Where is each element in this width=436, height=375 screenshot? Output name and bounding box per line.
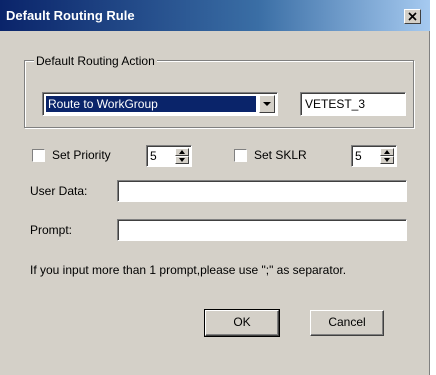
- sklr-down-button[interactable]: [380, 156, 394, 164]
- sklr-spinner[interactable]: 5: [351, 145, 397, 167]
- prompt-input[interactable]: [117, 219, 407, 241]
- window-title: Default Routing Rule: [6, 8, 135, 23]
- routing-action-dropdown[interactable]: Route to WorkGroup: [42, 92, 278, 116]
- prompt-label: Prompt:: [30, 223, 73, 237]
- separator-hint: If you input more than 1 prompt,please u…: [30, 263, 347, 277]
- set-sklr-checkbox[interactable]: [234, 149, 247, 162]
- close-icon: [408, 12, 417, 21]
- ok-button[interactable]: OK: [204, 309, 280, 337]
- user-data-label: User Data:: [30, 184, 88, 198]
- workgroup-input[interactable]: VETEST_3: [300, 92, 406, 116]
- set-sklr-label: Set SKLR: [254, 148, 307, 162]
- chevron-down-icon: [263, 102, 271, 106]
- dropdown-button[interactable]: [259, 95, 275, 113]
- close-button[interactable]: [404, 9, 421, 24]
- priority-up-button[interactable]: [175, 148, 189, 156]
- title-bar[interactable]: Default Routing Rule: [0, 0, 430, 31]
- workgroup-value: VETEST_3: [305, 97, 366, 111]
- priority-spinner[interactable]: 5: [146, 145, 192, 167]
- routing-action-group-label: Default Routing Action: [34, 54, 157, 68]
- user-data-input[interactable]: [117, 180, 407, 202]
- routing-action-selected: Route to WorkGroup: [46, 96, 256, 112]
- set-priority-checkbox[interactable]: [32, 149, 45, 162]
- arrow-up-icon: [179, 150, 185, 154]
- sklr-up-button[interactable]: [380, 148, 394, 156]
- set-priority-label: Set Priority: [52, 148, 111, 162]
- priority-down-button[interactable]: [175, 156, 189, 164]
- arrow-up-icon: [384, 150, 390, 154]
- cancel-button[interactable]: Cancel: [310, 310, 384, 336]
- priority-value: 5: [150, 149, 157, 163]
- dialog-window: Default Routing Rule Default Routing Act…: [0, 0, 430, 375]
- sklr-value: 5: [355, 149, 362, 163]
- arrow-down-icon: [384, 158, 390, 162]
- arrow-down-icon: [179, 158, 185, 162]
